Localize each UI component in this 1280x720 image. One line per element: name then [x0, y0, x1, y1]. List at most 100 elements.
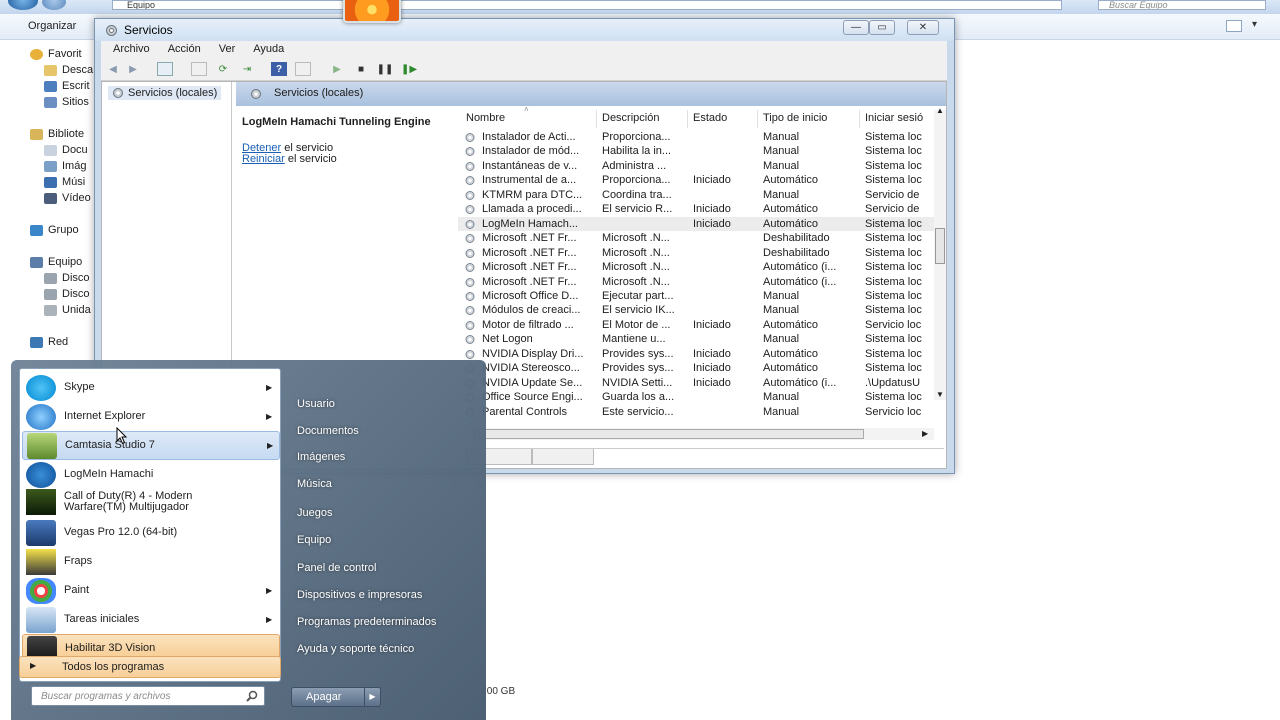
column-iniciar-sesion[interactable]: Iniciar sesió — [865, 112, 923, 124]
menu-ayuda[interactable]: Ayuda — [241, 41, 290, 59]
start-service-icon[interactable]: ▶ — [329, 62, 345, 76]
program-item[interactable]: Call of Duty(R) 4 - Modern Warfare(TM) Mu… — [22, 487, 280, 516]
program-item[interactable]: Vegas Pro 12.0 (64-bit) — [22, 518, 280, 547]
table-row[interactable]: LogMeIn Hamach... Iniciado Automático Siste… — [458, 216, 936, 232]
table-row[interactable]: Instalador de Acti... Proporciona... Manua… — [458, 130, 936, 145]
menu-accion[interactable]: Acción — [156, 41, 207, 59]
start-link[interactable]: Juegos — [297, 507, 332, 519]
console-tree-icon[interactable] — [157, 62, 173, 76]
table-row[interactable]: Net Logon Mantiene u... Manual Sistema loc — [458, 332, 936, 347]
nav-item[interactable]: Músi — [44, 176, 85, 188]
services-titlebar[interactable]: Servicios — ▭ ✕ — [95, 19, 954, 41]
forward-arrow-icon[interactable]: ▶ — [125, 62, 141, 76]
pause-service-icon[interactable]: ❚❚ — [377, 62, 394, 76]
table-row[interactable]: Microsoft .NET Fr... Microsoft .N... Autom… — [458, 260, 936, 275]
user-picture[interactable] — [343, 0, 401, 23]
table-row[interactable]: Microsoft .NET Fr... Microsoft .N... Desha… — [458, 231, 936, 246]
table-row[interactable]: Módulos de creaci... El servicio IK... Man… — [458, 303, 936, 318]
table-row[interactable]: Instrumental de a... Proporciona... Inicia… — [458, 173, 936, 188]
column-separator[interactable] — [859, 110, 860, 128]
explorer-search-input[interactable]: Buscar Equipo — [1098, 0, 1266, 10]
view-options-icon[interactable] — [1226, 20, 1242, 32]
restart-service-icon[interactable]: ❚▶ — [401, 62, 417, 76]
program-item[interactable]: Paint ▶ — [22, 576, 280, 605]
table-row[interactable]: Instantáneas de v... Administra ... Manual… — [458, 159, 936, 174]
organize-button[interactable]: Organizar — [28, 20, 76, 32]
nav-item[interactable]: Unida — [44, 304, 91, 316]
table-row[interactable]: Office Source Engi... Guarda los a... Manu… — [458, 390, 936, 405]
table-row[interactable]: Parental Controls Este servicio... Manual S… — [458, 405, 936, 420]
restart-service-link[interactable]: Reiniciar — [242, 153, 285, 165]
vertical-scroll-thumb[interactable] — [935, 228, 945, 264]
forward-button[interactable] — [42, 0, 66, 10]
table-row[interactable]: Motor de filtrado ... El Motor de ... Inic… — [458, 318, 936, 333]
program-item[interactable]: Fraps — [22, 547, 280, 576]
stop-service-icon[interactable]: ■ — [353, 62, 369, 76]
start-link[interactable]: Dispositivos e impresoras — [297, 589, 422, 601]
nav-item[interactable]: Bibliote — [30, 128, 84, 140]
menu-ver[interactable]: Ver — [207, 41, 242, 59]
nav-item[interactable]: Docu — [44, 144, 88, 156]
horizontal-scrollbar[interactable]: ▶ — [458, 428, 934, 440]
column-nombre[interactable]: Nombre — [466, 112, 505, 124]
show-hide-icon[interactable] — [295, 62, 311, 76]
column-descripcion[interactable]: Descripción — [602, 112, 659, 124]
shutdown-button[interactable]: Apagar ▶ — [291, 687, 381, 707]
nav-item[interactable]: Equipo — [30, 256, 82, 268]
nav-item[interactable]: Grupo — [30, 224, 79, 236]
scroll-down-icon[interactable]: ▼ — [936, 390, 944, 399]
table-row[interactable]: Microsoft Office D... Ejecutar part... Man… — [458, 289, 936, 304]
tab-standard[interactable] — [532, 449, 594, 465]
maximize-button[interactable]: ▭ — [869, 20, 895, 35]
table-row[interactable]: NVIDIA Stereosco... Provides sys... Inicia… — [458, 361, 936, 376]
nav-item[interactable]: Disco — [44, 288, 90, 300]
start-link[interactable]: Ayuda y soporte técnico — [297, 643, 414, 655]
start-link[interactable]: Música — [297, 478, 332, 490]
nav-item[interactable]: Escrit — [44, 80, 90, 92]
nav-item[interactable]: Sitios — [44, 96, 89, 108]
table-row[interactable]: KTMRM para DTC... Coordina tra... Manual Se… — [458, 188, 936, 203]
program-item[interactable]: Camtasia Studio 7 ▶ — [22, 431, 280, 460]
nav-item[interactable]: Vídeo — [44, 192, 91, 204]
back-arrow-icon[interactable]: ◀ — [105, 62, 121, 76]
nav-item[interactable]: Favorit — [30, 48, 82, 60]
table-row[interactable]: Llamada a procedi... El servicio R... Inic… — [458, 202, 936, 217]
close-button[interactable]: ✕ — [907, 20, 939, 35]
chevron-down-icon[interactable]: ▾ — [1252, 19, 1257, 30]
table-row[interactable]: NVIDIA Update Se... NVIDIA Setti... Inicia… — [458, 376, 936, 391]
nav-item[interactable]: Red — [30, 336, 68, 348]
shutdown-options-button[interactable]: ▶ — [364, 688, 380, 706]
program-item[interactable]: LogMeIn Hamachi — [22, 460, 280, 489]
table-row[interactable]: Microsoft .NET Fr... Microsoft .N... Autom… — [458, 275, 936, 290]
vertical-scrollbar[interactable]: ▲ ▼ — [934, 106, 946, 400]
start-link[interactable]: Programas predeterminados — [297, 616, 436, 628]
export-icon[interactable]: ⇥ — [239, 62, 255, 76]
menu-archivo[interactable]: Archivo — [101, 41, 156, 59]
tree-item-services-local[interactable]: Servicios (locales) — [108, 86, 222, 100]
start-search-input[interactable]: Buscar programas y archivos — [31, 686, 265, 706]
column-separator[interactable] — [757, 110, 758, 128]
minimize-button[interactable]: — — [843, 20, 869, 35]
properties-icon[interactable] — [191, 62, 207, 76]
nav-item[interactable]: Imág — [44, 160, 86, 172]
all-programs-button[interactable]: ▶ Todos los programas — [19, 656, 281, 678]
table-row[interactable]: Microsoft .NET Fr... Microsoft .N... Desha… — [458, 246, 936, 261]
program-item[interactable]: Tareas iniciales ▶ — [22, 605, 280, 634]
table-row[interactable]: Instalador de mód... Habilita la in... Man… — [458, 144, 936, 159]
start-link[interactable]: Imágenes — [297, 451, 345, 463]
horizontal-scroll-thumb[interactable] — [474, 429, 864, 439]
column-estado[interactable]: Estado — [693, 112, 727, 124]
column-separator[interactable] — [596, 110, 597, 128]
nav-item[interactable]: Disco — [44, 272, 90, 284]
program-item[interactable]: Internet Explorer ▶ — [22, 402, 280, 431]
scroll-up-icon[interactable]: ▲ — [936, 106, 944, 115]
program-item[interactable]: Skype ▶ — [22, 373, 280, 402]
nav-item[interactable]: Desca — [44, 64, 93, 76]
refresh-icon[interactable]: ⟳ — [215, 62, 231, 76]
help-icon[interactable]: ? — [271, 62, 287, 76]
start-link[interactable]: Documentos — [297, 425, 359, 437]
column-separator[interactable] — [687, 110, 688, 128]
back-button[interactable] — [8, 0, 38, 10]
scroll-right-icon[interactable]: ▶ — [922, 429, 928, 438]
start-link[interactable]: Usuario — [297, 398, 335, 410]
